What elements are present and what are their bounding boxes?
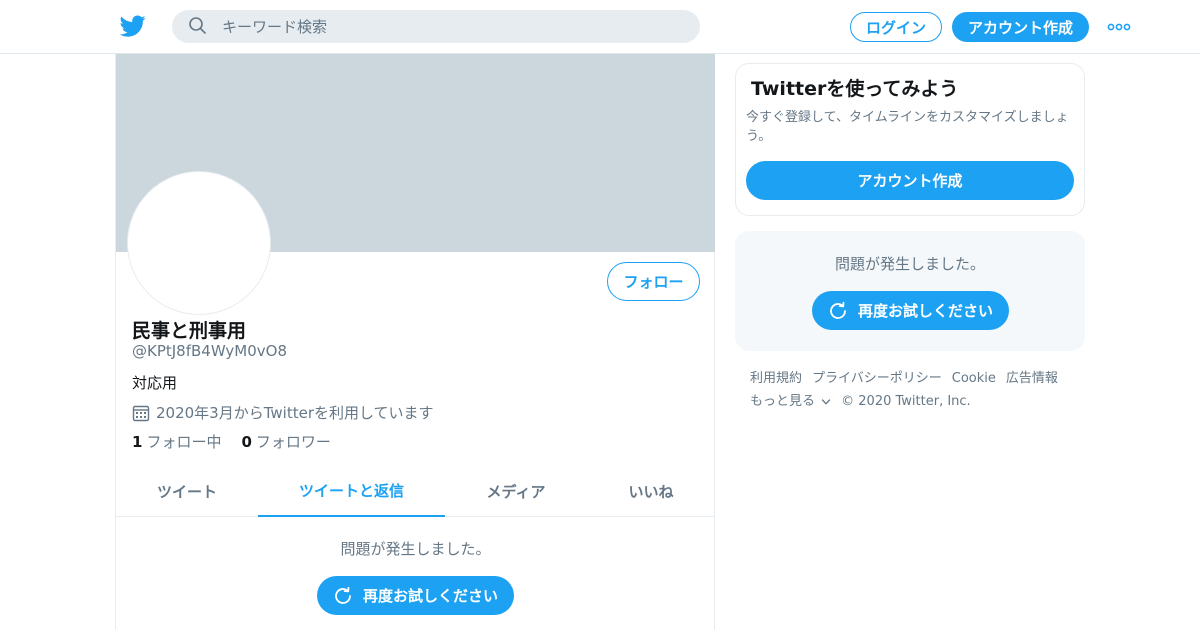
twitter-bird-icon[interactable]: [120, 13, 146, 39]
footer-links-row: 利用規約 プライバシーポリシー Cookie 広告情報: [750, 367, 1080, 390]
join-date: 2020年3月からTwitterを利用しています: [132, 402, 434, 423]
footer-link-privacy[interactable]: プライバシーポリシー: [812, 367, 942, 390]
following-stat[interactable]: 1 フォロー中: [132, 431, 221, 452]
following-count: 1: [132, 433, 143, 451]
sidebar-error-message: 問題が発生しました。: [834, 255, 985, 273]
display-name: 民事と刑事用: [132, 320, 247, 342]
timeline-error-message: 問題が発生しました。: [340, 540, 491, 558]
signup-card: Twitterを使ってみよう 今すぐ登録して、タイムラインをカスタマイズしましょ…: [735, 63, 1085, 216]
card-signup-button[interactable]: アカウント作成: [746, 161, 1074, 200]
footer-link-ads-info[interactable]: 広告情報: [1006, 367, 1058, 390]
more-dots-icon[interactable]: [1107, 20, 1131, 34]
profile-bio: 対応用: [132, 374, 178, 392]
tab-media[interactable]: メディア: [445, 466, 587, 516]
avatar[interactable]: [128, 172, 270, 314]
tab-tweets-and-replies[interactable]: ツイートと返信: [258, 466, 445, 517]
tab-likes[interactable]: いいね: [587, 466, 715, 516]
footer-more-label: もっと見る: [750, 394, 816, 409]
followers-stat[interactable]: 0 フォロワー: [241, 431, 330, 452]
following-label: フォロー中: [146, 433, 222, 451]
top-navigation-bar: ログイン アカウント作成: [0, 0, 1200, 54]
footer-link-cookie[interactable]: Cookie: [952, 367, 996, 390]
profile-column: フォロー 民事と刑事用 @KPtJ8fB4WyM0vO8 対応用 2020年3月…: [115, 54, 715, 630]
footer-more-link[interactable]: もっと見る: [750, 390, 831, 413]
signup-card-title: Twitterを使ってみよう: [751, 78, 959, 100]
tab-tweets[interactable]: ツイート: [116, 466, 258, 516]
refresh-icon: [830, 301, 846, 319]
follow-stats: 1 フォロー中 0 フォロワー: [132, 431, 351, 452]
signup-card-subtitle: 今すぐ登録して、タイムラインをカスタマイズしましょう。: [746, 110, 1069, 144]
login-button[interactable]: ログイン: [850, 12, 942, 42]
refresh-icon: [335, 586, 351, 604]
search-bar[interactable]: [172, 10, 700, 43]
retry-button[interactable]: 再度お試しください: [317, 576, 514, 615]
copyright: © 2020 Twitter, Inc.: [841, 394, 971, 409]
profile-tabs: ツイート ツイートと返信 メディア いいね: [116, 466, 715, 517]
chevron-down-icon: [822, 398, 831, 404]
signup-button[interactable]: アカウント作成: [952, 12, 1089, 42]
footer-second-row: もっと見る © 2020 Twitter, Inc.: [750, 390, 1080, 413]
sidebar-footer: 利用規約 プライバシーポリシー Cookie 広告情報 もっと見る © 2020…: [750, 367, 1080, 413]
retry-label: 再度お試しください: [362, 587, 498, 605]
search-input[interactable]: [222, 10, 682, 43]
followers-label: フォロワー: [255, 433, 331, 451]
sidebar-error-card: 問題が発生しました。 再度お試しください: [735, 231, 1085, 351]
join-date-text: 2020年3月からTwitterを利用しています: [156, 404, 434, 422]
calendar-icon: [132, 405, 150, 421]
sidebar-retry-button[interactable]: 再度お試しください: [812, 291, 1009, 330]
search-icon: [189, 17, 206, 34]
profile-handle[interactable]: @KPtJ8fB4WyM0vO8: [132, 342, 287, 360]
sidebar-retry-label: 再度お試しください: [857, 302, 993, 320]
follow-button[interactable]: フォロー: [607, 262, 700, 301]
footer-link-terms[interactable]: 利用規約: [750, 367, 802, 390]
followers-count: 0: [241, 433, 252, 451]
